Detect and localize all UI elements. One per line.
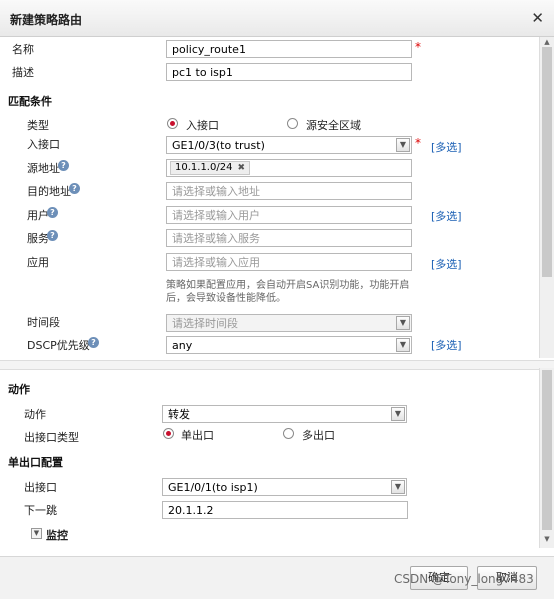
help-icon[interactable]: ? bbox=[88, 337, 99, 348]
action-value: 转发 bbox=[168, 408, 190, 421]
description-input[interactable]: pc1 to isp1 bbox=[166, 63, 412, 81]
name-label: 名称 bbox=[12, 43, 34, 56]
scrollbar-top[interactable]: ▲ bbox=[539, 37, 554, 358]
help-icon[interactable]: ? bbox=[69, 183, 80, 194]
app-multi-select-link[interactable]: [多选] bbox=[431, 256, 462, 272]
dst-addr-label: 目的地址 bbox=[27, 185, 71, 198]
dialog-titlebar: 新建策略路由 ✕ bbox=[0, 0, 554, 37]
in-interface-select[interactable]: GE1/0/3(to trust) ▼ bbox=[166, 136, 412, 154]
dst-addr-input[interactable]: 请选择或输入地址 bbox=[166, 182, 412, 200]
src-addr-input[interactable]: 10.1.1.0/24 ✖ bbox=[166, 159, 412, 177]
close-icon[interactable]: ✕ bbox=[531, 9, 544, 27]
action-section-title: 动作 bbox=[8, 383, 30, 396]
app-label: 应用 bbox=[27, 256, 49, 269]
src-addr-label: 源地址 bbox=[27, 162, 60, 175]
in-interface-label: 入接口 bbox=[27, 138, 60, 151]
dialog-title: 新建策略路由 bbox=[10, 13, 83, 27]
dscp-label: DSCP优先级 bbox=[27, 339, 90, 352]
type-label: 类型 bbox=[27, 119, 49, 132]
chevron-down-icon[interactable]: ▼ bbox=[396, 316, 410, 330]
panel-divider bbox=[0, 360, 554, 370]
radio-src-zone[interactable] bbox=[287, 118, 298, 129]
scroll-down-icon[interactable]: ▼ bbox=[540, 534, 554, 544]
radio-src-zone-label: 源安全区域 bbox=[306, 119, 361, 132]
time-placeholder: 请选择时间段 bbox=[172, 317, 238, 330]
scrollbar-thumb[interactable] bbox=[542, 370, 552, 530]
dscp-multi-select-link[interactable]: [多选] bbox=[431, 337, 462, 353]
action-label: 动作 bbox=[24, 408, 46, 421]
action-select[interactable]: 转发 ▼ bbox=[162, 405, 407, 423]
next-hop-label: 下一跳 bbox=[24, 504, 57, 517]
user-input[interactable]: 请选择或输入用户 bbox=[166, 206, 412, 224]
description-label: 描述 bbox=[12, 66, 34, 79]
chevron-down-icon[interactable]: ▼ bbox=[391, 407, 405, 421]
out-type-label: 出接口类型 bbox=[24, 431, 79, 444]
src-addr-tag: 10.1.1.0/24 ✖ bbox=[170, 161, 250, 175]
app-input[interactable]: 请选择或输入应用 bbox=[166, 253, 412, 271]
name-input[interactable]: policy_route1 bbox=[166, 40, 412, 58]
dscp-select[interactable]: any ▼ bbox=[166, 336, 412, 354]
in-interface-value: GE1/0/3(to trust) bbox=[172, 139, 265, 152]
src-addr-tag-text: 10.1.1.0/24 bbox=[175, 162, 233, 173]
radio-multi-exit-label: 多出口 bbox=[302, 429, 335, 442]
in-interface-multi-select-link[interactable]: [多选] bbox=[431, 139, 462, 155]
out-interface-label: 出接口 bbox=[24, 481, 57, 494]
expand-toggle-icon[interactable]: ▼ bbox=[31, 528, 42, 539]
scrollbar-thumb[interactable] bbox=[542, 47, 552, 277]
scroll-up-icon[interactable]: ▲ bbox=[540, 37, 554, 47]
single-exit-section-title: 单出口配置 bbox=[8, 456, 63, 469]
scrollbar-bottom[interactable]: ▼ bbox=[539, 368, 554, 548]
user-label: 用户 bbox=[27, 209, 49, 222]
radio-single-exit[interactable] bbox=[163, 428, 174, 439]
remove-tag-icon[interactable]: ✖ bbox=[237, 163, 245, 173]
time-label: 时间段 bbox=[27, 316, 60, 329]
required-mark: * bbox=[415, 136, 421, 150]
radio-multi-exit[interactable] bbox=[283, 428, 294, 439]
time-select[interactable]: 请选择时间段 ▼ bbox=[166, 314, 412, 332]
radio-in-interface[interactable] bbox=[167, 118, 178, 129]
required-mark: * bbox=[415, 40, 421, 54]
help-icon[interactable]: ? bbox=[47, 230, 58, 241]
monitor-label[interactable]: 监控 bbox=[46, 527, 68, 543]
help-icon[interactable]: ? bbox=[47, 207, 58, 218]
chevron-down-icon[interactable]: ▼ bbox=[396, 138, 410, 152]
chevron-down-icon[interactable]: ▼ bbox=[391, 480, 405, 494]
radio-single-exit-label: 单出口 bbox=[181, 429, 214, 442]
out-interface-value: GE1/0/1(to isp1) bbox=[168, 481, 258, 494]
user-multi-select-link[interactable]: [多选] bbox=[431, 208, 462, 224]
out-interface-select[interactable]: GE1/0/1(to isp1) ▼ bbox=[162, 478, 407, 496]
next-hop-input[interactable]: 20.1.1.2 bbox=[162, 501, 408, 519]
dscp-value: any bbox=[172, 339, 193, 352]
match-section-title: 匹配条件 bbox=[8, 95, 52, 108]
service-input[interactable]: 请选择或输入服务 bbox=[166, 229, 412, 247]
service-label: 服务 bbox=[27, 232, 49, 245]
radio-in-interface-label: 入接口 bbox=[186, 119, 219, 132]
chevron-down-icon[interactable]: ▼ bbox=[396, 338, 410, 352]
app-note: 策略如果配置应用，会自动开启SA识别功能，功能开启后，会导致设备性能降低。 bbox=[166, 280, 410, 304]
watermark: CSDN @Tony_long7483 bbox=[394, 572, 534, 586]
help-icon[interactable]: ? bbox=[58, 160, 69, 171]
